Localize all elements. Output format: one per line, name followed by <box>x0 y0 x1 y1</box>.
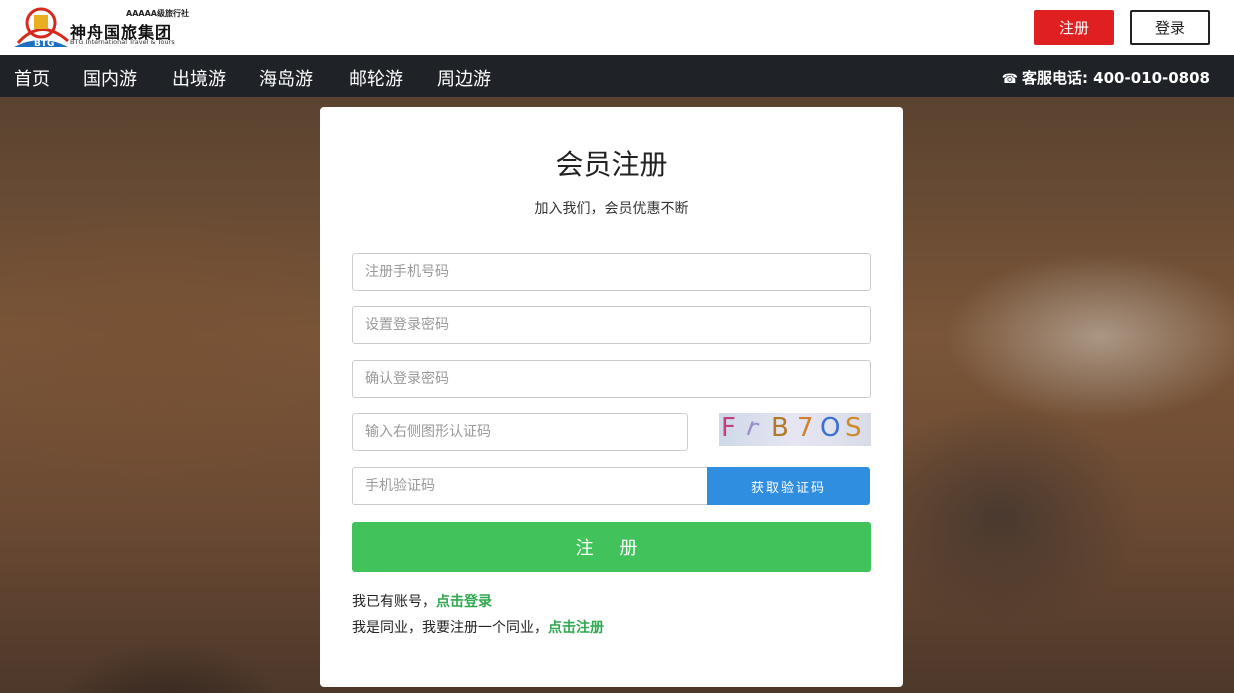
login-prompt: 我已有账号，点击登录 <box>352 591 492 611</box>
agent-register-link[interactable]: 点击注册 <box>548 620 604 636</box>
captcha-char: F <box>721 413 736 443</box>
hotline: ☎ 客服电话: 400-010-0808 <box>1002 67 1210 88</box>
login-prompt-text: 我已有账号， <box>352 594 436 610</box>
login-link[interactable]: 点击登录 <box>436 594 492 610</box>
nav-item-island[interactable]: 海岛游 <box>259 65 313 91</box>
nav-item-nearby[interactable]: 周边游 <box>437 65 491 91</box>
captcha-char: S <box>845 413 862 443</box>
confirm-password-input[interactable] <box>352 360 871 398</box>
logo-tag: AAAAA级旅行社 <box>126 9 189 18</box>
top-header: BTG AAAAA级旅行社 神舟国旅集团 BTG International T… <box>0 0 1234 55</box>
captcha-char: B <box>771 413 789 443</box>
captcha-image[interactable]: F r B 7 O S <box>719 413 871 446</box>
agent-register-prompt: 我是同业，我要注册一个同业，点击注册 <box>352 617 604 637</box>
password-input[interactable] <box>352 306 871 344</box>
register-card: 会员注册 加入我们，会员优惠不断 F r B 7 O S 获取验证码 注 册 我… <box>320 107 903 687</box>
header-login-button[interactable]: 登录 <box>1130 10 1210 45</box>
nav-item-outbound[interactable]: 出境游 <box>172 65 226 91</box>
agent-register-text: 我是同业，我要注册一个同业， <box>352 620 548 636</box>
phone-icon: ☎ <box>1001 72 1018 87</box>
page-title: 会员注册 <box>555 148 668 181</box>
logo-emblem-icon: BTG <box>14 7 69 49</box>
register-submit-button[interactable]: 注 册 <box>352 522 871 572</box>
phone-input[interactable] <box>352 253 871 291</box>
nav-item-home[interactable]: 首页 <box>14 65 50 91</box>
get-sms-code-button[interactable]: 获取验证码 <box>707 467 870 505</box>
captcha-char: 7 <box>797 413 814 443</box>
header-register-button[interactable]: 注册 <box>1034 10 1114 45</box>
hotline-text: 客服电话: 400-010-0808 <box>1021 69 1210 87</box>
logo-name-en: BTG International Travel & Tours <box>70 38 175 46</box>
logo-badge: BTG <box>34 39 54 49</box>
sms-code-input[interactable] <box>352 467 708 505</box>
brand-logo[interactable]: BTG AAAAA级旅行社 神舟国旅集团 BTG International T… <box>12 3 192 51</box>
page-subtitle: 加入我们，会员优惠不断 <box>534 201 689 217</box>
captcha-char: O <box>820 413 841 443</box>
captcha-input[interactable] <box>352 413 688 451</box>
captcha-char: r <box>742 413 763 444</box>
main-nav: 首页 国内游 出境游 海岛游 邮轮游 周边游 ☎ 客服电话: 400-010-08… <box>0 55 1234 97</box>
nav-item-cruise[interactable]: 邮轮游 <box>349 65 403 91</box>
nav-item-domestic[interactable]: 国内游 <box>83 65 137 91</box>
